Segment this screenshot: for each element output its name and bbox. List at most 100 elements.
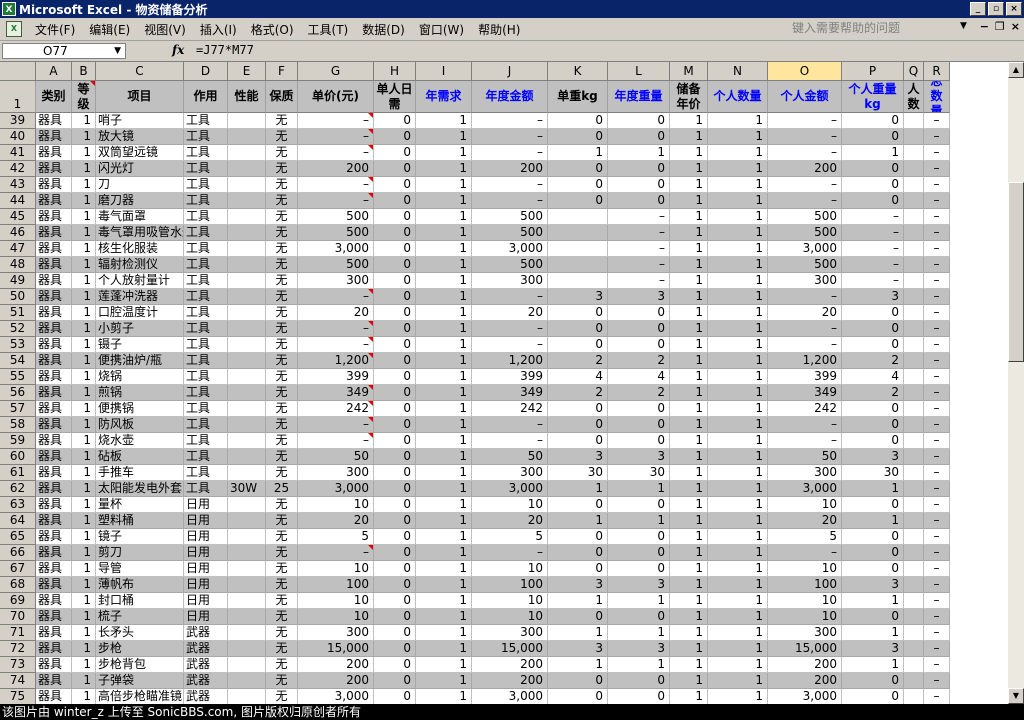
cell[interactable]: 双筒望远镜 — [96, 145, 184, 161]
cell[interactable] — [904, 625, 924, 641]
cell[interactable] — [904, 465, 924, 481]
cell[interactable]: 器具 — [36, 129, 72, 145]
cell[interactable]: 器具 — [36, 321, 72, 337]
cell[interactable]: 0 — [548, 401, 608, 417]
cell[interactable]: 1 — [670, 273, 708, 289]
cell[interactable] — [904, 257, 924, 273]
cell[interactable] — [904, 417, 924, 433]
cell[interactable]: 工具 — [184, 113, 228, 129]
cell[interactable]: 无 — [266, 241, 298, 257]
cell[interactable]: 50 — [472, 449, 548, 465]
cell[interactable]: – — [298, 177, 374, 193]
cell[interactable]: 0 — [374, 145, 416, 161]
cell[interactable]: 1 — [708, 353, 768, 369]
cell[interactable] — [228, 497, 266, 513]
cell[interactable]: 太阳能发电外套 — [96, 481, 184, 497]
cell[interactable] — [228, 369, 266, 385]
column-header[interactable]: E — [228, 62, 266, 81]
cell[interactable]: 器具 — [36, 241, 72, 257]
cell[interactable] — [904, 673, 924, 689]
cell[interactable]: 1 — [842, 145, 904, 161]
cell[interactable]: 器具 — [36, 673, 72, 689]
cell[interactable]: 500 — [298, 209, 374, 225]
cell[interactable]: 1 — [708, 593, 768, 609]
cell[interactable]: 器具 — [36, 177, 72, 193]
cell[interactable]: 器具 — [36, 657, 72, 673]
cell[interactable] — [904, 289, 924, 305]
cell[interactable]: 50 — [298, 449, 374, 465]
cell[interactable]: 1 — [416, 625, 472, 641]
cell[interactable]: 2 — [842, 385, 904, 401]
cell[interactable]: 1 — [670, 177, 708, 193]
cell[interactable]: 200 — [298, 657, 374, 673]
cell[interactable]: 1 — [670, 529, 708, 545]
cell[interactable]: 3 — [548, 577, 608, 593]
cell[interactable]: 1 — [416, 161, 472, 177]
cell[interactable]: 日用 — [184, 545, 228, 561]
cell[interactable]: 1 — [72, 561, 96, 577]
cell[interactable]: 1 — [670, 609, 708, 625]
cell[interactable]: 0 — [548, 305, 608, 321]
cell[interactable]: 无 — [266, 497, 298, 513]
cell[interactable]: 烧水壶 — [96, 433, 184, 449]
cell[interactable]: 1 — [416, 657, 472, 673]
column-title[interactable]: 类别 — [36, 81, 72, 113]
cell[interactable]: 无 — [266, 561, 298, 577]
cell[interactable]: – — [842, 241, 904, 257]
cell[interactable] — [228, 593, 266, 609]
row-header[interactable]: 48 — [0, 257, 36, 273]
cell[interactable]: 煎锅 — [96, 385, 184, 401]
cell[interactable]: 15,000 — [298, 641, 374, 657]
cell[interactable]: 50 — [768, 449, 842, 465]
cell[interactable]: – — [924, 209, 950, 225]
cell[interactable]: 0 — [374, 337, 416, 353]
cell[interactable] — [904, 161, 924, 177]
column-title[interactable]: 项目 — [96, 81, 184, 113]
help-search-input[interactable]: 键入需要帮助的问题 — [792, 20, 972, 36]
cell[interactable]: 1 — [670, 593, 708, 609]
cell[interactable]: 长矛头 — [96, 625, 184, 641]
cell[interactable]: 0 — [374, 385, 416, 401]
cell[interactable]: 3,000 — [472, 689, 548, 704]
cell[interactable] — [904, 129, 924, 145]
column-title[interactable]: 个人金额 — [768, 81, 842, 113]
cell[interactable] — [228, 321, 266, 337]
cell[interactable]: 3 — [548, 641, 608, 657]
row-header[interactable]: 58 — [0, 417, 36, 433]
cell[interactable]: 300 — [472, 465, 548, 481]
cell[interactable] — [228, 465, 266, 481]
scroll-up-icon[interactable]: ▲ — [1008, 62, 1024, 78]
cell[interactable]: – — [924, 577, 950, 593]
cell[interactable]: 器具 — [36, 337, 72, 353]
cell[interactable] — [228, 385, 266, 401]
cell[interactable]: 工具 — [184, 289, 228, 305]
cell[interactable]: 器具 — [36, 545, 72, 561]
column-title[interactable]: 个人数量 — [708, 81, 768, 113]
row-header[interactable]: 56 — [0, 385, 36, 401]
cell[interactable]: 1 — [708, 465, 768, 481]
cell[interactable]: 武器 — [184, 689, 228, 704]
cell[interactable]: 1 — [416, 481, 472, 497]
cell[interactable]: 0 — [608, 113, 670, 129]
cell[interactable]: 3,000 — [768, 481, 842, 497]
cell[interactable]: 1 — [72, 401, 96, 417]
cell[interactable]: 器具 — [36, 369, 72, 385]
cell[interactable] — [904, 145, 924, 161]
restore-button[interactable]: ▫ — [988, 2, 1004, 16]
cell[interactable]: 导管 — [96, 561, 184, 577]
cell[interactable]: 0 — [842, 129, 904, 145]
cell[interactable]: 1 — [608, 657, 670, 673]
cell[interactable]: 1 — [670, 129, 708, 145]
cell[interactable]: 1 — [72, 337, 96, 353]
close-button[interactable]: × — [1006, 2, 1022, 16]
column-header[interactable]: M — [670, 62, 708, 81]
cell[interactable] — [904, 321, 924, 337]
cell[interactable]: 器具 — [36, 145, 72, 161]
cell[interactable]: – — [924, 641, 950, 657]
cell[interactable]: 300 — [768, 465, 842, 481]
cell[interactable]: 100 — [472, 577, 548, 593]
cell[interactable]: 1 — [708, 193, 768, 209]
cell[interactable]: 1 — [416, 497, 472, 513]
cell[interactable]: 日用 — [184, 577, 228, 593]
cell[interactable]: 100 — [298, 577, 374, 593]
